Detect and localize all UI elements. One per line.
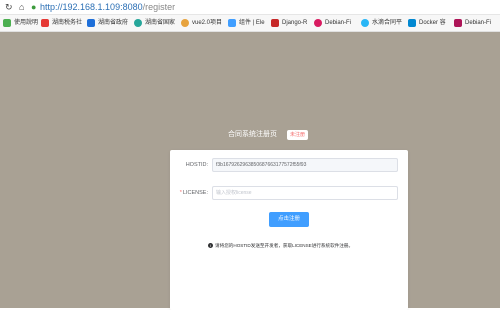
hostid-field[interactable]: f3b1679262963850687663177572f55f93 xyxy=(212,158,398,172)
bookmark-item[interactable]: 湖南省国家 xyxy=(134,18,175,28)
bookmark-icon xyxy=(314,19,322,27)
bookmark-item[interactable]: 使用說明 xyxy=(3,18,38,28)
bookmark-item[interactable]: 组件 | Ele xyxy=(228,18,265,28)
home-icon[interactable]: ⌂ xyxy=(19,2,24,12)
bookmark-icon xyxy=(454,19,462,27)
bookmark-label: 湖南税务社 xyxy=(52,20,83,26)
address-bar: ↻ ⌂ ● http://192.168.1.109:8080/register xyxy=(0,0,500,15)
url-field[interactable]: http://192.168.1.109:8080/register xyxy=(40,2,175,13)
bookmark-item[interactable]: Debian-Fi xyxy=(314,18,351,28)
bookmarks-bar: 使用說明 湖南税务社 湖南省政府 湖南省国家 vue2.0项目 组件 | Ele… xyxy=(0,15,500,32)
register-card: HOSTID: f3b1679262963850687663177572f55f… xyxy=(170,150,408,310)
info-icon: i xyxy=(208,243,213,248)
bookmark-label: Docker 容 xyxy=(419,20,446,26)
license-input[interactable]: 输入授权license xyxy=(212,186,398,200)
license-label: LICENSE: xyxy=(182,190,208,196)
register-button[interactable]: 点击注册 xyxy=(269,212,309,227)
bookmark-icon xyxy=(361,19,369,27)
reload-icon[interactable]: ↻ xyxy=(5,2,13,12)
url-host: http://192.168.1.109:8080 xyxy=(40,2,143,12)
page-title: 合同系统注册页 xyxy=(228,131,277,138)
bookmark-icon xyxy=(181,19,189,27)
bookmark-item[interactable]: Django-R xyxy=(271,18,307,28)
hostid-value: f3b1679262963850687663177572f55f93 xyxy=(216,162,307,168)
bookmark-item[interactable]: 湖南税务社 xyxy=(41,18,82,28)
bookmark-label: 使用說明 xyxy=(14,20,39,26)
bookmark-label: Django-R xyxy=(282,20,308,26)
bookmark-icon xyxy=(271,19,279,27)
bookmark-icon xyxy=(228,19,236,27)
bookmark-label: 湖南省政府 xyxy=(98,20,129,26)
bookmark-item[interactable]: 湖南省政府 xyxy=(87,18,128,28)
bookmark-label: 组件 | Ele xyxy=(239,20,265,26)
bookmark-icon xyxy=(41,19,49,27)
required-mark: * xyxy=(179,190,182,196)
notice: i 请将您的HOSTID发送至开发者，获取LICENSE进行系统软件注册。 xyxy=(208,242,388,249)
status-badge: 未注册 xyxy=(287,130,309,140)
bookmark-icon xyxy=(87,19,95,27)
bookmark-item[interactable]: Docker 容 xyxy=(408,18,446,28)
bookmark-label: 水滴合同平 xyxy=(372,20,403,26)
bookmark-icon xyxy=(3,19,11,27)
hostid-label: HOSTID: xyxy=(185,162,208,168)
bookmark-icon xyxy=(408,19,416,27)
bookmark-icon xyxy=(134,19,142,27)
license-label-wrap: *LICENSE: xyxy=(180,189,208,197)
notice-text: 请将您的HOSTID发送至开发者，获取LICENSE进行系统软件注册。 xyxy=(215,243,354,248)
bookmark-label: Debian-Fi xyxy=(325,20,352,26)
security-shield-icon[interactable]: ● xyxy=(31,2,36,12)
bookmark-item[interactable]: vue2.0项目 xyxy=(181,18,222,28)
bookmark-label: Debian-Fi xyxy=(465,20,492,26)
bookmark-label: vue2.0项目 xyxy=(192,20,223,26)
bookmark-item[interactable]: 水滴合同平 xyxy=(361,18,402,28)
url-path: /register xyxy=(142,2,176,12)
license-placeholder: 输入授权license xyxy=(216,190,252,196)
page-background: 合同系统注册页 未注册 HOSTID: f3b16792629638506876… xyxy=(0,32,500,310)
bookmark-item[interactable]: Debian-Fi xyxy=(454,18,491,28)
bookmark-label: 湖南省国家 xyxy=(145,20,176,26)
title-row: 合同系统注册页 未注册 xyxy=(228,129,309,141)
